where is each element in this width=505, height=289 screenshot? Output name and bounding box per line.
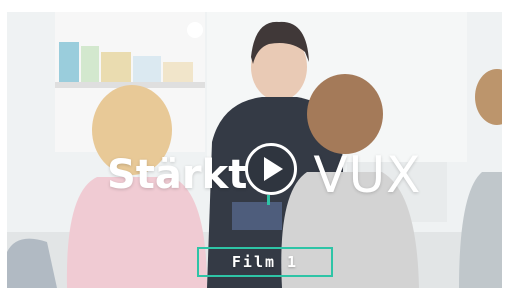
accent-line <box>267 195 270 205</box>
title-right: VUX <box>313 146 422 204</box>
title-left: Stärkt <box>107 152 248 198</box>
play-button[interactable] <box>245 143 297 195</box>
play-icon <box>264 157 283 181</box>
film-badge: Film 1 <box>197 247 333 277</box>
video-player[interactable]: Stärkt VUX Film 1 <box>7 12 502 288</box>
